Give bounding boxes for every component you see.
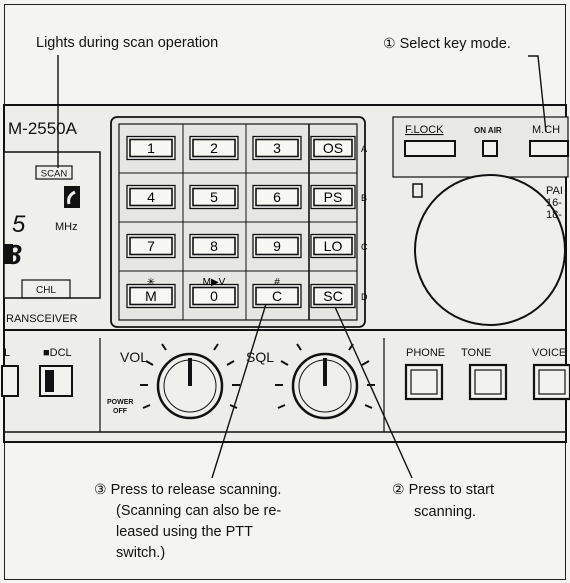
key-label-6: 6 — [273, 189, 281, 205]
voice-label: VOICE — [532, 347, 566, 359]
scan-indicator-text: SCAN — [41, 169, 68, 180]
left-label: L — [4, 347, 10, 359]
key-label-8: 8 — [210, 238, 218, 254]
callout-release: ③ Press to release scanning. (Scanning c… — [94, 480, 281, 563]
key-label-m: M — [145, 288, 157, 304]
pair-line-2: 18- — [546, 209, 562, 221]
callout-select-key: ① Select key mode. — [383, 34, 511, 54]
key-label-2: 2 — [210, 140, 218, 156]
start-line2: scanning. — [414, 504, 477, 520]
transceiver-label: RANSCEIVER — [6, 313, 78, 325]
key-label-5: 5 — [210, 189, 218, 205]
mhz-label: MHz — [55, 221, 78, 233]
key-label-lo: LO — [324, 238, 343, 254]
key-label-3: 3 — [273, 140, 281, 156]
key-label-c: C — [272, 288, 282, 304]
select-key-text: Select key mode. — [399, 36, 511, 52]
pair-line-0: PAI — [546, 185, 563, 197]
step-2-marker: ② — [392, 481, 405, 497]
m-ch-button[interactable] — [529, 140, 569, 157]
chl-label: CHL — [36, 285, 56, 296]
dcl-label: ■DCL — [43, 347, 72, 359]
release-line1: Press to release scanning. — [110, 482, 282, 498]
step-1-marker: ① — [383, 35, 396, 51]
key-label-9: 9 — [273, 238, 281, 254]
on-air-label: ON AIR — [474, 126, 502, 135]
main-tuning-dial[interactable] — [414, 174, 566, 326]
dcl-button[interactable] — [39, 365, 73, 397]
callout-scan-light: Lights during scan operation — [36, 35, 219, 51]
release-line3: leased using the PTT — [116, 524, 254, 540]
model-label: M-2550A — [8, 119, 78, 138]
key-symbol-2: # — [274, 277, 280, 288]
off-label: OFF — [113, 408, 128, 415]
step-3-marker: ③ — [94, 481, 107, 497]
start-line1: Press to start — [408, 482, 495, 498]
release-line2: (Scanning can also be re- — [116, 503, 282, 519]
f-lock-button[interactable] — [404, 140, 456, 157]
row-letter-a: A — [361, 144, 367, 154]
freq-digit: 5 — [12, 211, 26, 238]
tone-label: TONE — [461, 347, 491, 359]
release-line4: switch.) — [116, 545, 166, 561]
f-lock-label: F.LOCK — [405, 124, 444, 136]
key-symbol-1: M▶V — [203, 277, 226, 288]
key-symbol-0: ✳ — [147, 277, 155, 288]
row-letter-b: B — [361, 193, 367, 203]
key-label-os: OS — [323, 140, 343, 156]
key-label-ps: PS — [324, 189, 343, 205]
vol-label: VOL — [120, 349, 148, 365]
row-letter-d: D — [361, 292, 368, 302]
key-label-sc: SC — [323, 288, 342, 304]
key-label-1: 1 — [147, 140, 155, 156]
phone-label: PHONE — [406, 347, 445, 359]
key-label-4: 4 — [147, 189, 155, 205]
callout-start: ② Press to start scanning. — [392, 480, 494, 522]
row-letter-c: C — [361, 242, 368, 252]
pair-line-1: 16- — [546, 197, 562, 209]
left-button[interactable] — [1, 365, 19, 397]
key-label-7: 7 — [147, 238, 155, 254]
on-air-indicator — [482, 140, 498, 157]
display-icon — [64, 186, 80, 208]
key-label-0: 0 — [210, 288, 218, 304]
power-label: POWER — [107, 399, 133, 406]
